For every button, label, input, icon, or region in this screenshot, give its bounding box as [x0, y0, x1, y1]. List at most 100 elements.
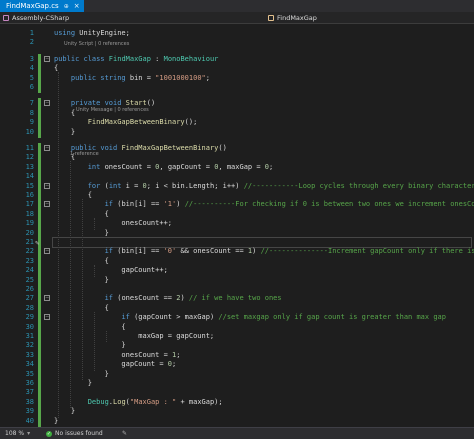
code-token: : [150, 54, 164, 63]
code-token: i = [121, 181, 143, 190]
code-token: int [87, 162, 101, 171]
issues-label: No issues found [55, 430, 103, 437]
code-token: public void [70, 144, 118, 152]
code-token: gapCount++; [54, 266, 168, 275]
code-token: //-----------Loop cycles through every b… [243, 181, 474, 190]
check-icon: ✓ [46, 430, 52, 437]
code-token: UnityEngine; [75, 29, 130, 37]
indent-guide [94, 311, 95, 371]
code-token: (); [184, 118, 198, 127]
csharp-project-icon [3, 15, 9, 21]
code-token: ; [176, 350, 181, 359]
code-token: FindMaxGapBetweenBinary [121, 144, 219, 152]
code-token: } [54, 379, 92, 387]
navigation-bar: Assembly-CSharp FindMaxGap [0, 12, 474, 24]
code-token: public class [54, 54, 105, 63]
code-token: ; i < bin.Length; i++) [146, 181, 244, 190]
code-token: { [54, 191, 92, 199]
code-token: //set maxgap only if gap count is greate… [218, 313, 446, 322]
code-token: ) [180, 294, 189, 303]
zoom-value: 108 % [5, 430, 25, 437]
member-dropdown[interactable]: FindMaxGap [268, 14, 317, 22]
code-editor[interactable]: Unity Script | 0 references Unity Messag… [0, 24, 474, 427]
collapse-icon[interactable]: − [44, 248, 50, 255]
issues-indicator[interactable]: ✓ No issues found [46, 430, 103, 437]
line-number: 2 [29, 38, 34, 47]
code-token: "MaxGap : " [129, 397, 177, 406]
code-token: //----------For checking if 0 is between… [184, 200, 474, 209]
collapse-icon[interactable]: − [44, 182, 50, 189]
code-token: ) [176, 200, 185, 209]
code-line[interactable]: 10 } [0, 126, 474, 138]
pin-icon[interactable]: ⊕ [64, 3, 69, 10]
project-label: Assembly-CSharp [12, 14, 70, 22]
code-token: (bin[i] == [113, 200, 164, 209]
code-token: // if we have two ones [188, 294, 282, 303]
code-token: ; [205, 73, 210, 82]
collapse-icon[interactable]: − [44, 145, 50, 151]
code-token: maxGap = gapCount; [54, 332, 215, 340]
indent-guide [106, 330, 107, 343]
code-token: && onesCount == [176, 247, 248, 256]
zoom-level[interactable]: 108 % ▾ [5, 430, 30, 437]
close-icon[interactable]: × [74, 2, 80, 10]
code-token: if [104, 247, 114, 256]
change-indicator [38, 126, 41, 138]
tab-title: FindMaxGap.cs [6, 2, 59, 10]
code-token: onesCount = [100, 162, 156, 171]
code-token: Log [113, 397, 126, 406]
collapse-icon[interactable]: − [44, 55, 50, 62]
code-token: (onesCount == [113, 294, 177, 303]
code-token: if [121, 313, 130, 322]
code-token: (bin[i] == [113, 247, 164, 256]
indent-guide [94, 217, 95, 230]
code-token: if [104, 200, 114, 209]
code-token: { [54, 64, 59, 73]
line-number: 6 [29, 83, 34, 91]
code-line[interactable]: 6 [0, 82, 474, 93]
change-indicator [38, 82, 41, 93]
code-token: + maxGap); [176, 397, 223, 406]
indent-guide [58, 72, 59, 418]
code-token: //--------------Increment gapCount only … [260, 247, 474, 256]
code-token: , maxGap = [218, 162, 265, 171]
member-label: FindMaxGap [277, 14, 317, 22]
code-token: ( [100, 181, 109, 190]
code-token: Start [125, 99, 147, 108]
collapse-icon[interactable]: − [44, 314, 50, 321]
code-token: "1001000100" [155, 73, 206, 82]
indent-guide [94, 264, 95, 277]
code-token: , gapCount = [159, 162, 215, 171]
code-token: '1' [163, 200, 177, 209]
code-token: (gapCount > maxGap) [129, 313, 219, 322]
class-icon [268, 15, 274, 21]
code-token: MonoBehaviour [163, 54, 219, 63]
code-line[interactable]: 2 [0, 37, 474, 48]
collapse-icon[interactable]: − [44, 295, 50, 302]
code-token: if [104, 294, 114, 303]
code-token: int [108, 181, 122, 190]
code-token: gapCount = [54, 360, 168, 369]
code-token: '0' [163, 247, 177, 256]
code-token: bin = [125, 73, 156, 82]
brush-icon[interactable]: ✎ [122, 430, 127, 437]
code-token: } [54, 341, 126, 350]
collapse-icon[interactable]: − [44, 100, 50, 107]
code-token: { [54, 322, 126, 331]
code-token: private void [70, 99, 122, 108]
indent-guide [82, 199, 83, 380]
code-token: public string [70, 73, 126, 82]
code-token: () [146, 99, 156, 108]
collapse-icon[interactable]: − [44, 201, 50, 208]
project-dropdown[interactable]: Assembly-CSharp [3, 14, 69, 22]
indent-guide [70, 161, 71, 409]
code-token: FindMaxGapBetweenBinary [87, 118, 185, 127]
tab-findmaxgap[interactable]: FindMaxGap.cs ⊕ × [0, 0, 84, 12]
code-token: Debug [87, 397, 109, 406]
